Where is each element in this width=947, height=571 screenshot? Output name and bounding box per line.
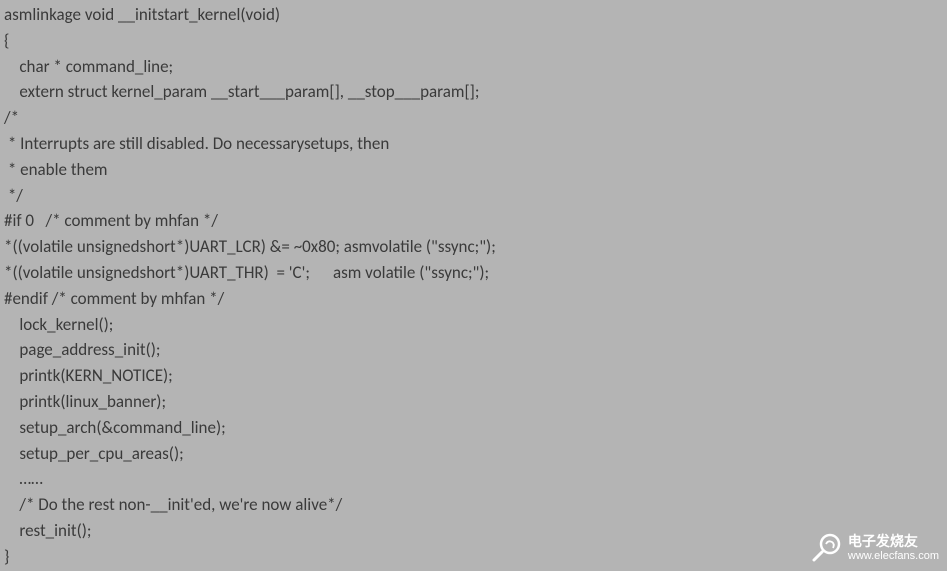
watermark-title: 电子发烧友 bbox=[848, 534, 939, 549]
code-line: { bbox=[0, 28, 947, 54]
code-line: printk(KERN_NOTICE); bbox=[0, 363, 947, 389]
watermark: 电子发烧友 www.elecfans.com bbox=[808, 530, 939, 566]
code-line: /* Do the rest non-__init'ed, we're now … bbox=[0, 492, 947, 518]
code-line: asmlinkage void __initstart_kernel(void) bbox=[0, 2, 947, 28]
code-line: *((volatile unsignedshort*)UART_THR) = '… bbox=[0, 260, 947, 286]
watermark-logo-icon bbox=[808, 530, 844, 566]
code-line: char * command_line; bbox=[0, 54, 947, 80]
code-line: lock_kernel(); bbox=[0, 312, 947, 338]
code-line: rest_init(); bbox=[0, 518, 947, 544]
code-line: setup_per_cpu_areas(); bbox=[0, 441, 947, 467]
code-line: …… bbox=[0, 466, 947, 492]
code-line: #if 0 /* comment by mhfan */ bbox=[0, 208, 947, 234]
code-block: asmlinkage void __initstart_kernel(void)… bbox=[0, 0, 947, 570]
code-line: setup_arch(&command_line); bbox=[0, 415, 947, 441]
code-line: } bbox=[0, 544, 947, 570]
code-line: * Interrupts are still disabled. Do nece… bbox=[0, 131, 947, 157]
code-line: /* bbox=[0, 105, 947, 131]
watermark-text: 电子发烧友 www.elecfans.com bbox=[848, 534, 939, 561]
code-line: page_address_init(); bbox=[0, 337, 947, 363]
code-line: extern struct kernel_param __start___par… bbox=[0, 79, 947, 105]
code-line: * enable them bbox=[0, 157, 947, 183]
code-line: printk(linux_banner); bbox=[0, 389, 947, 415]
code-line: *((volatile unsignedshort*)UART_LCR) &= … bbox=[0, 234, 947, 260]
code-line: #endif /* comment by mhfan */ bbox=[0, 286, 947, 312]
watermark-url: www.elecfans.com bbox=[848, 550, 939, 562]
code-line: */ bbox=[0, 183, 947, 209]
